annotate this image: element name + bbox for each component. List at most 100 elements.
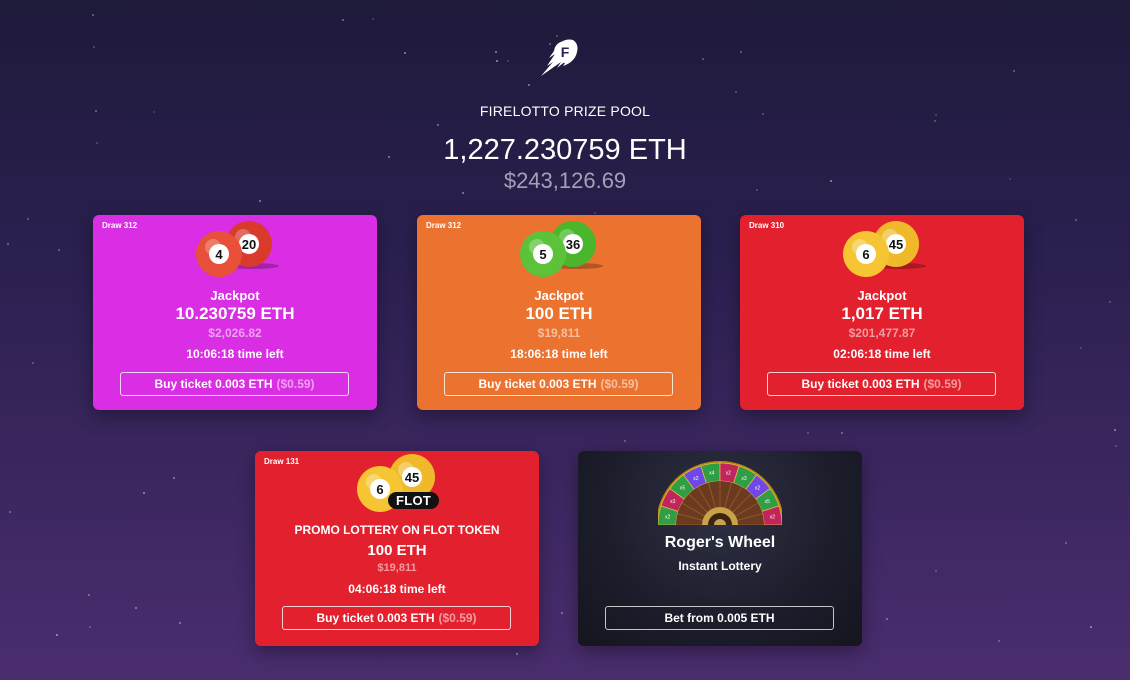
buy-ticket-button[interactable]: Buy ticket 0.003 ETH ($0.59) [767, 372, 996, 396]
flot-token-badge: FLOT [388, 492, 440, 509]
buy-ticket-label: Buy ticket 0.003 ETH [316, 611, 435, 625]
time-left: 10:06:18 time left [186, 347, 284, 361]
wheel-segment-label: x2 [726, 471, 732, 477]
svg-text:45: 45 [405, 470, 419, 485]
star [372, 18, 374, 20]
svg-text:20: 20 [242, 237, 256, 252]
star [594, 212, 596, 214]
star [495, 51, 497, 53]
star [92, 14, 94, 16]
star [89, 626, 91, 628]
promo-title: PROMO LOTTERY ON FLOT TOKEN [294, 523, 500, 537]
star [624, 440, 626, 442]
star [702, 58, 704, 60]
star [259, 200, 261, 202]
buy-ticket-label: Buy ticket 0.003 ETH [154, 377, 273, 391]
prize-pool-usd: $243,126.69 [503, 168, 627, 193]
svg-text:F: F [561, 44, 570, 60]
star [32, 362, 34, 364]
jackpot-label: Jackpot [857, 288, 907, 303]
star [404, 52, 406, 54]
star [58, 249, 60, 251]
wheel-segment-label: x3 [670, 499, 676, 505]
lottery-balls-icon: 45 6 [843, 221, 926, 277]
svg-text:45: 45 [889, 237, 903, 252]
buy-ticket-button[interactable]: Buy ticket 0.003 ETH ($0.59) [282, 606, 511, 630]
wheel-segment-label: x3 [741, 476, 747, 482]
buy-ticket-usd: ($0.59) [276, 377, 315, 391]
star [1013, 70, 1015, 72]
star [56, 634, 58, 636]
star [1115, 445, 1117, 447]
star [342, 19, 344, 21]
star [143, 492, 145, 494]
prize-pool-title: FIRELOTTO PRIZE POOL [479, 103, 651, 119]
jackpot-usd: $19,811 [537, 326, 581, 340]
star [1065, 542, 1067, 544]
star [1114, 429, 1116, 431]
star [437, 124, 439, 126]
svg-text:5: 5 [539, 247, 546, 262]
promo-eth: 100 ETH [367, 542, 427, 559]
star [934, 120, 936, 122]
star [1109, 301, 1111, 303]
rogers-wheel-subtitle: Instant Lottery [678, 559, 762, 573]
star [1080, 347, 1082, 349]
time-left: 18:06:18 time left [510, 347, 608, 361]
star [998, 640, 1000, 642]
star [496, 60, 498, 62]
bet-button-label: Bet from 0.005 ETH [664, 611, 775, 625]
time-left: 02:06:18 time left [833, 347, 931, 361]
svg-text:6: 6 [376, 482, 383, 497]
star [7, 243, 9, 245]
star [173, 477, 175, 479]
time-left: 04:06:18 time left [348, 582, 446, 596]
svg-text:6: 6 [862, 247, 869, 262]
roulette-wheel-icon: x2 x3 x5 x2 x4 x2 x3 x2 x5 x2 [658, 461, 782, 525]
firelotto-logo-icon[interactable]: F [537, 36, 581, 80]
lottery-balls-icon: 36 5 [520, 221, 603, 277]
buy-ticket-usd: ($0.59) [600, 377, 639, 391]
star [516, 653, 518, 655]
svg-text:36: 36 [566, 237, 580, 252]
buy-ticket-button[interactable]: Buy ticket 0.003 ETH ($0.59) [444, 372, 673, 396]
wheel-segment-label: x2 [693, 476, 699, 482]
jackpot-label: Jackpot [210, 288, 260, 303]
star [88, 594, 90, 596]
rogers-wheel-card[interactable]: x2 x3 x5 x2 x4 x2 x3 x2 x5 x2 Roger's Wheel Insta… [578, 451, 862, 646]
star [841, 432, 843, 434]
buy-ticket-button[interactable]: Buy ticket 0.003 ETH ($0.59) [120, 372, 349, 396]
wheel-segment-label: x4 [709, 471, 715, 477]
star [886, 618, 888, 620]
star [935, 570, 937, 572]
star [528, 84, 530, 86]
jackpot-label: Jackpot [534, 288, 584, 303]
star [135, 607, 137, 609]
star [93, 46, 95, 48]
lottery-balls-icon: 20 4 [196, 221, 279, 277]
lottery-card-1[interactable]: Draw 312 20 4 Jackpot 10.230759 ETH $2,0… [93, 215, 377, 410]
wheel-segment-label: x5 [680, 486, 686, 492]
rogers-wheel-title: Roger's Wheel [664, 534, 776, 551]
star [27, 218, 29, 220]
lottery-balls-icon: 45 6 [357, 454, 435, 512]
buy-ticket-label: Buy ticket 0.003 ETH [801, 377, 920, 391]
lottery-card-2[interactable]: Draw 312 36 5 Jackpot 100 ETH $19,811 18… [417, 215, 701, 410]
jackpot-eth: 10.230759 ETH [175, 304, 295, 323]
jackpot-usd: $2,026.82 [208, 326, 262, 340]
star [561, 612, 563, 614]
buy-ticket-usd: ($0.59) [438, 611, 477, 625]
star [1090, 626, 1092, 628]
wheel-segment-label: x2 [665, 515, 671, 521]
promo-usd: $19,811 [377, 562, 417, 574]
wheel-segment-label: x2 [770, 515, 776, 521]
jackpot-eth: 100 ETH [525, 304, 593, 323]
lottery-card-3[interactable]: Draw 310 45 6 Jackpot 1,017 ETH $201,477… [740, 215, 1024, 410]
star [1075, 219, 1077, 221]
bet-button[interactable]: Bet from 0.005 ETH [605, 606, 834, 630]
promo-lottery-card[interactable]: Draw 131 45 6 FLOT PROMO LOTTERY ON FLOT… [255, 451, 539, 646]
star [740, 51, 742, 53]
jackpot-usd: $201,477.87 [848, 326, 916, 340]
jackpot-eth: 1,017 ETH [841, 304, 923, 323]
svg-text:4: 4 [215, 247, 223, 262]
